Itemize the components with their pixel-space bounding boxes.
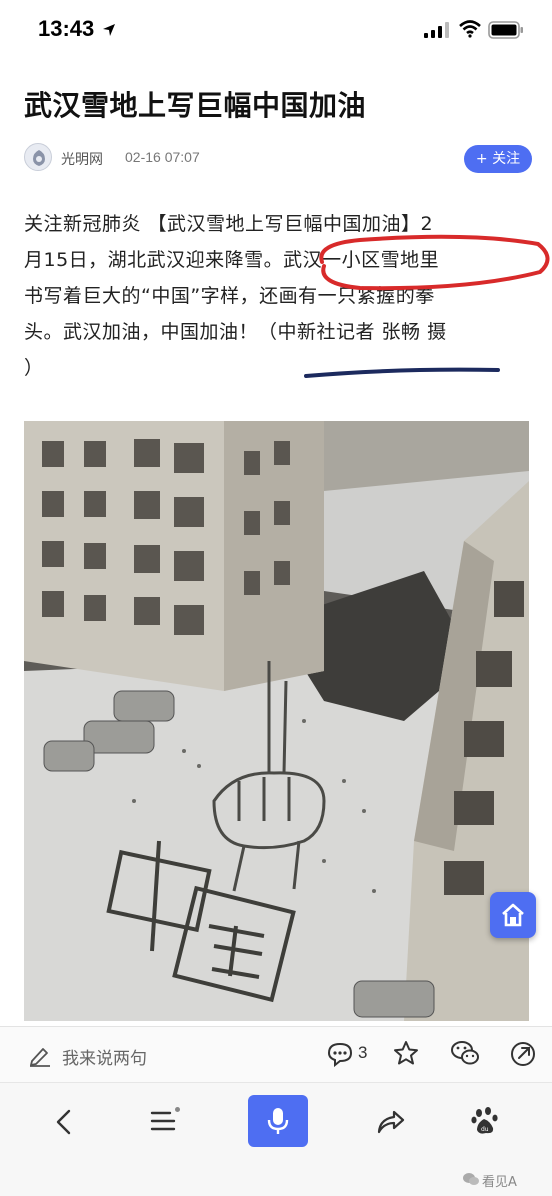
comment-input[interactable]: 我来说两句 xyxy=(28,1041,268,1069)
voice-search-button[interactable] xyxy=(248,1095,308,1147)
source-name[interactable]: 光明网 xyxy=(61,149,103,169)
signal-icon xyxy=(424,22,449,38)
share-icon[interactable] xyxy=(509,1040,537,1068)
source-logo-icon xyxy=(33,150,45,166)
publish-time: 02-16 07:07 xyxy=(125,149,200,165)
snow-scene-image xyxy=(24,421,529,1021)
wifi-icon xyxy=(459,20,481,38)
star-icon[interactable] xyxy=(392,1039,420,1067)
home-icon xyxy=(502,903,524,927)
body-line: ） xyxy=(24,357,44,379)
baidu-paw-icon[interactable]: du xyxy=(470,1105,502,1137)
body-line: 关注新冠肺炎 【武汉雪地上写巨幅中国加油】2 xyxy=(24,213,434,235)
home-float-button[interactable] xyxy=(490,892,536,938)
status-time: 13:43 xyxy=(38,16,95,41)
wechat-icon[interactable] xyxy=(450,1039,480,1067)
source-row: 光明网 02-16 07:07 + 关注 xyxy=(24,141,532,175)
wechat-watermark-icon xyxy=(463,1173,479,1185)
bottom-nav: du 看见A xyxy=(0,1082,552,1196)
status-bar: 13:43 xyxy=(0,0,552,62)
article-body: 关注新冠肺炎 【武汉雪地上写巨幅中国加油】2 月15日，湖北武汉迎来降雪。武汉一… xyxy=(24,206,530,386)
comment-bar: 我来说两句 3 xyxy=(0,1026,552,1082)
menu-icon[interactable] xyxy=(150,1109,176,1133)
watermark-text: 看见A xyxy=(482,1175,517,1190)
back-icon[interactable] xyxy=(54,1109,74,1135)
menu-badge-dot xyxy=(175,1107,180,1112)
location-arrow-icon xyxy=(103,24,115,36)
svg-text:du: du xyxy=(481,1126,489,1133)
comment-icon[interactable] xyxy=(326,1041,354,1067)
source-logo[interactable] xyxy=(24,143,52,171)
follow-button[interactable]: + 关注 xyxy=(464,145,532,173)
body-line: 月15日，湖北武汉迎来降雪。武汉一小区雪地里 xyxy=(24,249,440,271)
microphone-icon xyxy=(267,1108,289,1134)
article-photo[interactable] xyxy=(24,421,529,1021)
article-title: 武汉雪地上写巨幅中国加油 xyxy=(24,89,367,122)
comment-count: 3 xyxy=(358,1043,368,1062)
pen-icon xyxy=(30,1048,50,1067)
body-line: 书写着巨大的“中国”字样，还画有一只紧握的拳 xyxy=(24,285,435,307)
battery-icon xyxy=(488,21,523,39)
body-line: 头。武汉加油，中国加油！（中新社记者 张畅 摄 xyxy=(24,321,447,343)
comment-placeholder: 我来说两句 xyxy=(62,1049,147,1069)
forward-icon[interactable] xyxy=(376,1109,406,1135)
